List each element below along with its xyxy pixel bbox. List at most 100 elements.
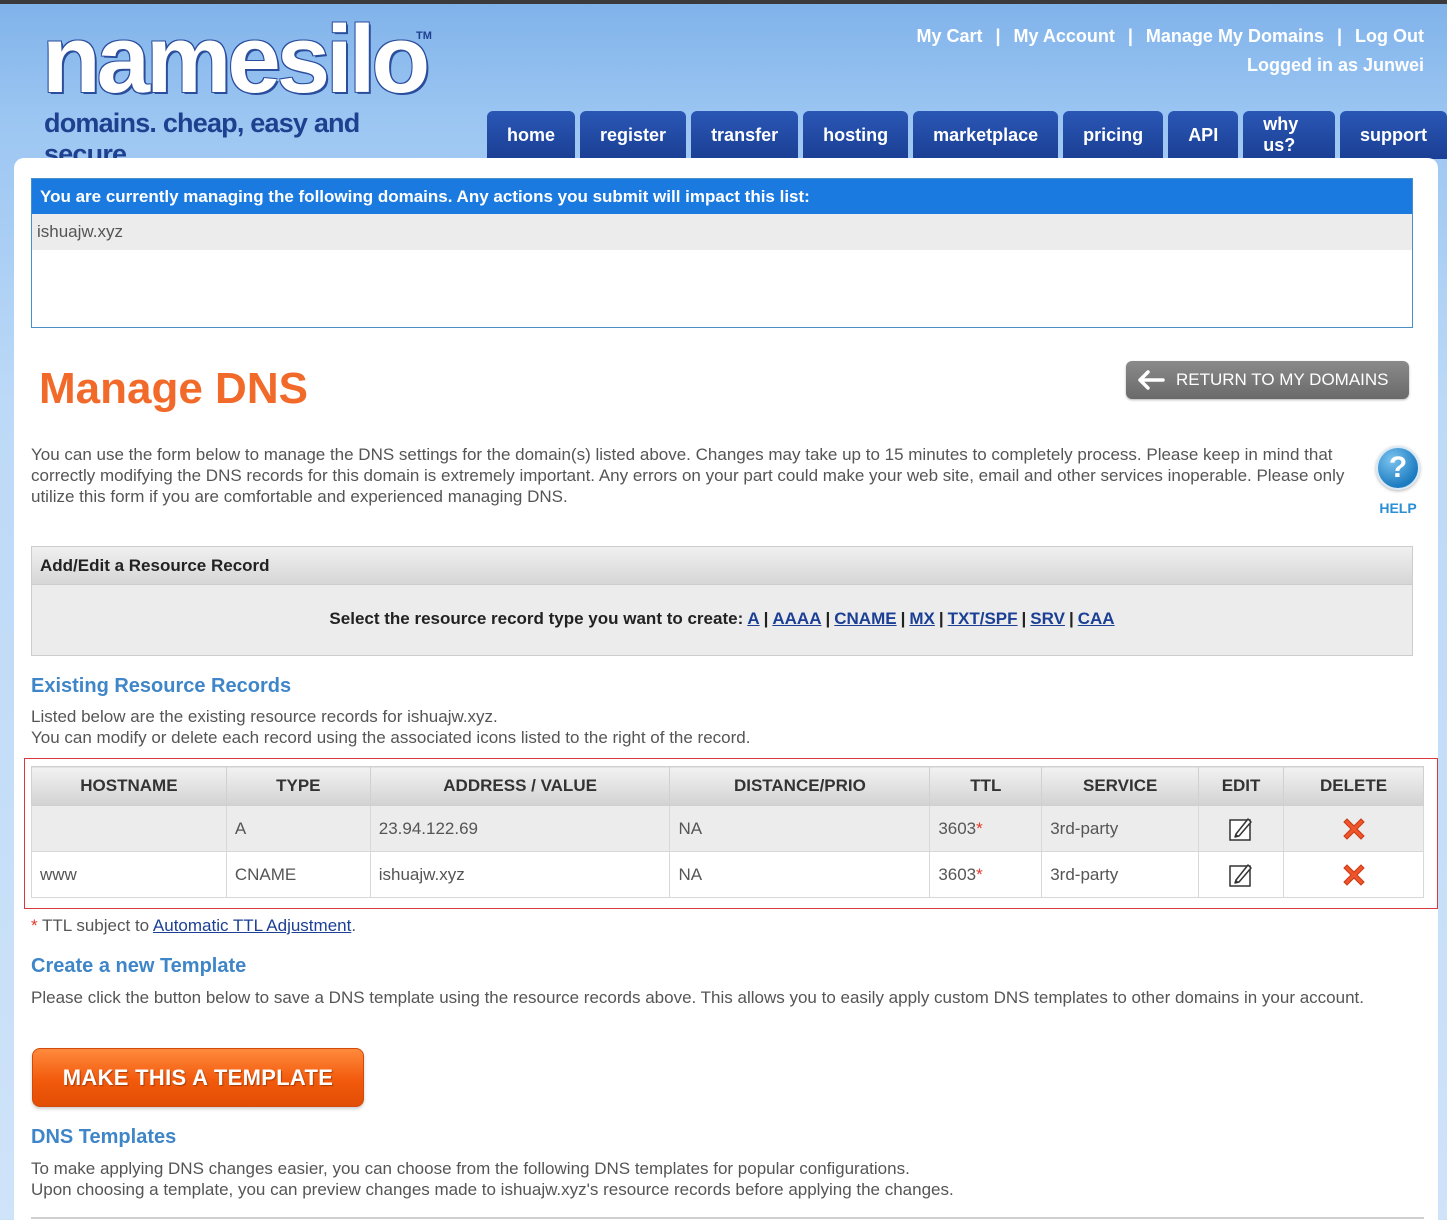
logo-wordmark: namesilo xyxy=(42,10,430,110)
my-account-link[interactable]: My Account xyxy=(1014,26,1115,47)
ttl-value: 3603 xyxy=(938,818,977,838)
logo-word-name: name xyxy=(42,6,281,113)
cell-value: 23.94.122.69 xyxy=(369,805,671,852)
nav-tab-api[interactable]: API xyxy=(1168,111,1239,159)
record-type-aaaa-link[interactable]: AAAA xyxy=(772,609,821,628)
col-hostname: HOSTNAME xyxy=(31,766,227,806)
col-edit: EDIT xyxy=(1198,766,1285,806)
link-separator: | xyxy=(1336,26,1343,46)
ttl-note-star: * xyxy=(31,916,38,935)
nav-tab-home[interactable]: home xyxy=(487,111,576,159)
cell-hostname xyxy=(31,805,227,852)
nav-tab-register[interactable]: register xyxy=(580,111,687,159)
record-type-cname-link[interactable]: CNAME xyxy=(834,609,896,628)
create-template-title: Create a new Template xyxy=(31,955,247,977)
namesilo-logo[interactable]: namesilo TM domains. cheap, easy and sec… xyxy=(42,10,442,170)
existing-records-title: Existing Resource Records xyxy=(31,675,292,697)
cell-prio: NA xyxy=(669,805,931,852)
col-distance-prio: DISTANCE/PRIO xyxy=(669,766,931,806)
nav-tab-marketplace[interactable]: marketplace xyxy=(913,111,1059,159)
nav-tab-pricing[interactable]: pricing xyxy=(1063,111,1164,159)
ttl-note-prefix: TTL subject to xyxy=(37,916,153,935)
cell-prio: NA xyxy=(669,851,931,898)
section-divider xyxy=(31,1217,1424,1219)
type-separator: | xyxy=(763,609,769,628)
return-to-my-domains-button[interactable]: RETURN TO MY DOMAINS xyxy=(1126,361,1409,399)
record-type-a-link[interactable]: A xyxy=(747,609,759,628)
managing-domains-box: You are currently managing the following… xyxy=(31,178,1413,328)
record-type-selector: Select the resource record type you want… xyxy=(32,609,1412,629)
question-mark-icon: ? xyxy=(1376,446,1420,490)
nav-tab-hosting[interactable]: hosting xyxy=(803,111,909,159)
add-edit-record-title: Add/Edit a Resource Record xyxy=(32,547,1412,585)
return-button-label: RETURN TO MY DOMAINS xyxy=(1176,370,1389,389)
record-type-srv-link[interactable]: SRV xyxy=(1030,609,1065,628)
cell-delete xyxy=(1283,805,1424,852)
edit-icon[interactable] xyxy=(1228,817,1254,841)
cell-service: 3rd-party xyxy=(1041,851,1200,898)
cell-ttl: 3603* xyxy=(929,851,1043,898)
table-row: www CNAME ishuajw.xyz NA 3603* 3rd-party xyxy=(31,851,1424,898)
managed-domain-item: ishuajw.xyz xyxy=(32,214,1412,250)
cell-edit xyxy=(1198,805,1285,852)
existing-records-line2: You can modify or delete each record usi… xyxy=(31,728,751,747)
type-separator: | xyxy=(900,609,906,628)
logged-in-status: Logged in as Junwei xyxy=(1246,55,1424,75)
cell-type: A xyxy=(225,805,371,852)
managing-domains-header: You are currently managing the following… xyxy=(32,179,1412,214)
col-delete: DELETE xyxy=(1283,766,1424,806)
type-separator: | xyxy=(1068,609,1074,628)
col-ttl: TTL xyxy=(929,766,1043,806)
nav-tab-support[interactable]: support xyxy=(1340,111,1447,159)
cell-type: CNAME xyxy=(225,851,371,898)
nav-tab-why-us[interactable]: why us? xyxy=(1243,111,1335,159)
account-links: My Cart | My Account | Manage My Domains… xyxy=(916,26,1424,76)
automatic-ttl-adjustment-link[interactable]: Automatic TTL Adjustment xyxy=(153,916,351,935)
ttl-value: 3603 xyxy=(938,864,977,884)
cell-hostname: www xyxy=(31,851,227,898)
delete-x-icon[interactable] xyxy=(1339,863,1369,886)
ttl-star: * xyxy=(976,864,983,884)
ttl-note-suffix: . xyxy=(351,916,357,935)
logo-word-silo: silo xyxy=(276,6,430,113)
type-separator: | xyxy=(938,609,944,628)
dns-templates-line2: Upon choosing a template, you can previe… xyxy=(31,1180,954,1199)
link-separator: | xyxy=(995,26,1001,46)
dns-templates-line1: To make applying DNS changes easier, you… xyxy=(31,1159,910,1178)
cell-value: ishuajw.xyz xyxy=(369,851,671,898)
main-nav: home register transfer hosting marketpla… xyxy=(487,111,1447,159)
cell-service: 3rd-party xyxy=(1041,805,1200,852)
log-out-link[interactable]: Log Out xyxy=(1355,26,1424,47)
type-separator: | xyxy=(825,609,831,628)
cell-delete xyxy=(1283,851,1424,898)
cell-ttl: 3603* xyxy=(929,805,1043,852)
col-address-value: ADDRESS / VALUE xyxy=(369,766,671,806)
add-edit-record-box: Add/Edit a Resource Record Select the re… xyxy=(31,546,1413,656)
window-top-border xyxy=(0,0,1447,4)
records-table: HOSTNAME TYPE ADDRESS / VALUE DISTANCE/P… xyxy=(31,766,1424,898)
dns-templates-title: DNS Templates xyxy=(31,1126,177,1148)
record-type-caa-link[interactable]: CAA xyxy=(1078,609,1115,628)
intro-text: You can use the form below to manage the… xyxy=(31,445,1345,506)
page-title: Manage DNS xyxy=(39,364,308,413)
type-separator: | xyxy=(1021,609,1027,628)
existing-records-line1: Listed below are the existing resource r… xyxy=(31,707,498,726)
nav-tab-transfer[interactable]: transfer xyxy=(691,111,799,159)
manage-my-domains-link[interactable]: Manage My Domains xyxy=(1146,26,1324,47)
record-type-prompt: Select the resource record type you want… xyxy=(329,609,744,628)
records-header-row: HOSTNAME TYPE ADDRESS / VALUE DISTANCE/P… xyxy=(31,766,1424,806)
help-label: HELP xyxy=(1379,500,1417,516)
link-separator: | xyxy=(1127,26,1133,46)
record-type-mx-link[interactable]: MX xyxy=(909,609,935,628)
arrow-left-icon xyxy=(1138,370,1165,390)
make-template-button[interactable]: MAKE THIS A TEMPLATE xyxy=(32,1048,364,1107)
help-button[interactable]: ? HELP xyxy=(1373,446,1423,516)
delete-x-icon[interactable] xyxy=(1339,817,1369,840)
record-type-txt-spf-link[interactable]: TXT/SPF xyxy=(948,609,1018,628)
my-cart-link[interactable]: My Cart xyxy=(916,26,982,47)
col-type: TYPE xyxy=(225,766,371,806)
logo-trademark: TM xyxy=(416,30,432,42)
edit-icon[interactable] xyxy=(1228,863,1254,887)
ttl-note: * TTL subject to Automatic TTL Adjustmen… xyxy=(31,916,356,936)
table-row: A 23.94.122.69 NA 3603* 3rd-party xyxy=(31,805,1424,852)
